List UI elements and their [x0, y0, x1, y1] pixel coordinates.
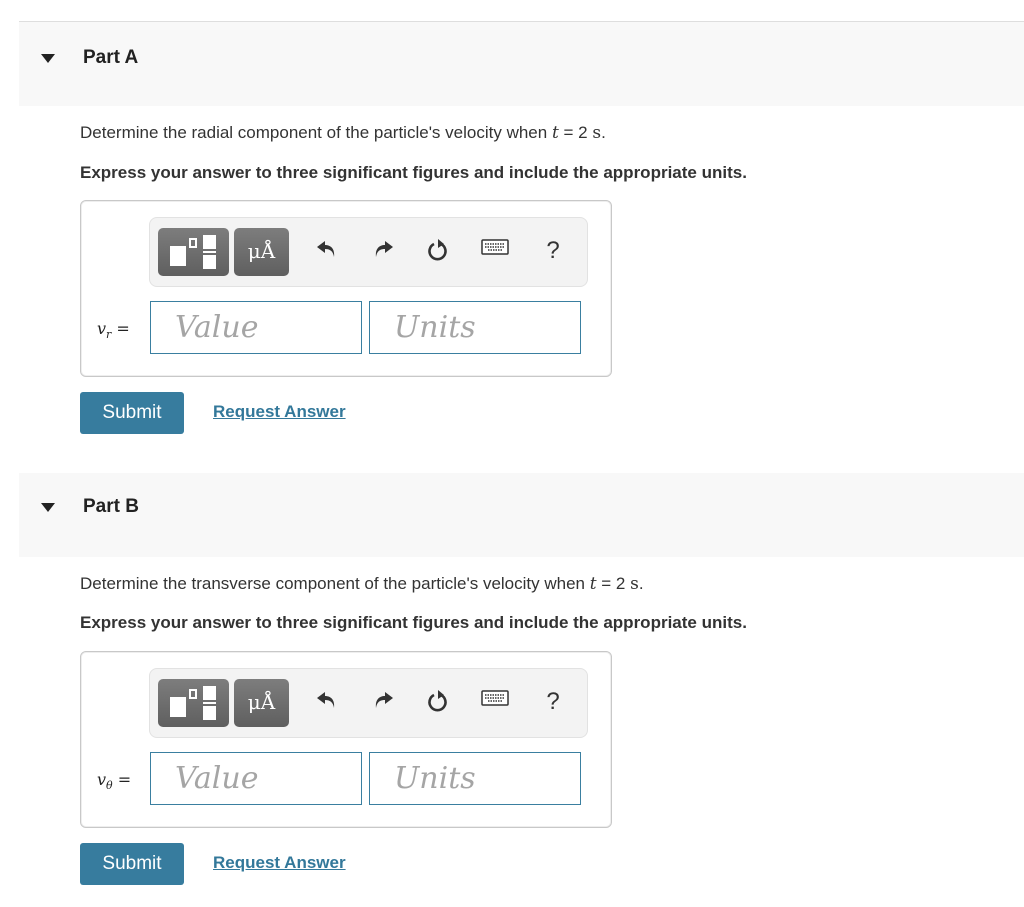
variable-symbol: v — [97, 770, 107, 789]
part-b-header[interactable]: Part B — [19, 473, 1024, 557]
caret-down-icon[interactable] — [41, 54, 55, 63]
reset-icon[interactable] — [423, 236, 453, 266]
symbols-button[interactable]: μÅ — [234, 679, 289, 727]
answer-box: μÅ ? vθ = Value Units — [80, 651, 612, 828]
variable-label: vr = — [97, 319, 130, 341]
equals-sign: = — [116, 319, 130, 338]
variable-subscript: θ — [106, 779, 113, 793]
variable-subscript: r — [106, 328, 112, 342]
symbols-icon: μÅ — [247, 239, 276, 263]
redo-icon[interactable] — [368, 236, 398, 266]
part-title: Part A — [83, 47, 139, 68]
submit-button[interactable]: Submit — [80, 392, 184, 434]
undo-icon[interactable] — [312, 236, 342, 266]
submit-button[interactable]: Submit — [80, 843, 184, 885]
variable-symbol: v — [97, 319, 107, 338]
value-input[interactable]: Value — [150, 301, 362, 354]
question-prefix: Determine the radial component of the pa… — [80, 123, 552, 142]
equals-sign: = — [117, 770, 132, 789]
keyboard-icon[interactable] — [480, 687, 510, 717]
question-text: Determine the transverse component of th… — [80, 574, 644, 594]
units-input[interactable]: Units — [369, 752, 581, 805]
request-answer-link[interactable]: Request Answer — [213, 853, 346, 873]
reset-icon[interactable] — [423, 687, 453, 717]
caret-down-icon[interactable] — [41, 503, 55, 512]
time-equals: = 2 — [558, 123, 593, 142]
help-icon[interactable]: ? — [538, 236, 568, 266]
math-toolbar: μÅ ? — [149, 668, 588, 738]
keyboard-icon[interactable] — [480, 236, 510, 266]
variable-label: vθ = — [97, 770, 131, 792]
time-unit: s — [630, 574, 639, 594]
symbols-button[interactable]: μÅ — [234, 228, 289, 276]
undo-icon[interactable] — [312, 687, 342, 717]
question-prefix: Determine the transverse component of th… — [80, 574, 590, 593]
question-text: Determine the radial component of the pa… — [80, 123, 606, 143]
instruction-text: Express your answer to three significant… — [80, 613, 747, 632]
answer-box: μÅ ? vr = Value Units — [80, 200, 612, 377]
part-a-header[interactable]: Part A — [19, 21, 1024, 106]
templates-button[interactable] — [158, 228, 229, 276]
instruction-text: Express your answer to three significant… — [80, 163, 747, 182]
time-variable: t — [589, 574, 597, 594]
question-end: . — [601, 123, 606, 142]
redo-icon[interactable] — [368, 687, 398, 717]
symbols-icon: μÅ — [247, 690, 276, 714]
value-input[interactable]: Value — [150, 752, 362, 805]
time-variable: t — [551, 123, 559, 143]
help-icon[interactable]: ? — [538, 687, 568, 717]
part-title: Part B — [83, 496, 139, 517]
time-unit: s — [592, 123, 602, 143]
time-equals: = 2 — [596, 574, 631, 593]
units-input[interactable]: Units — [369, 301, 581, 354]
math-toolbar: μÅ ? — [149, 217, 588, 287]
question-end: . — [638, 574, 644, 593]
request-answer-link[interactable]: Request Answer — [213, 402, 346, 422]
templates-button[interactable] — [158, 679, 229, 727]
